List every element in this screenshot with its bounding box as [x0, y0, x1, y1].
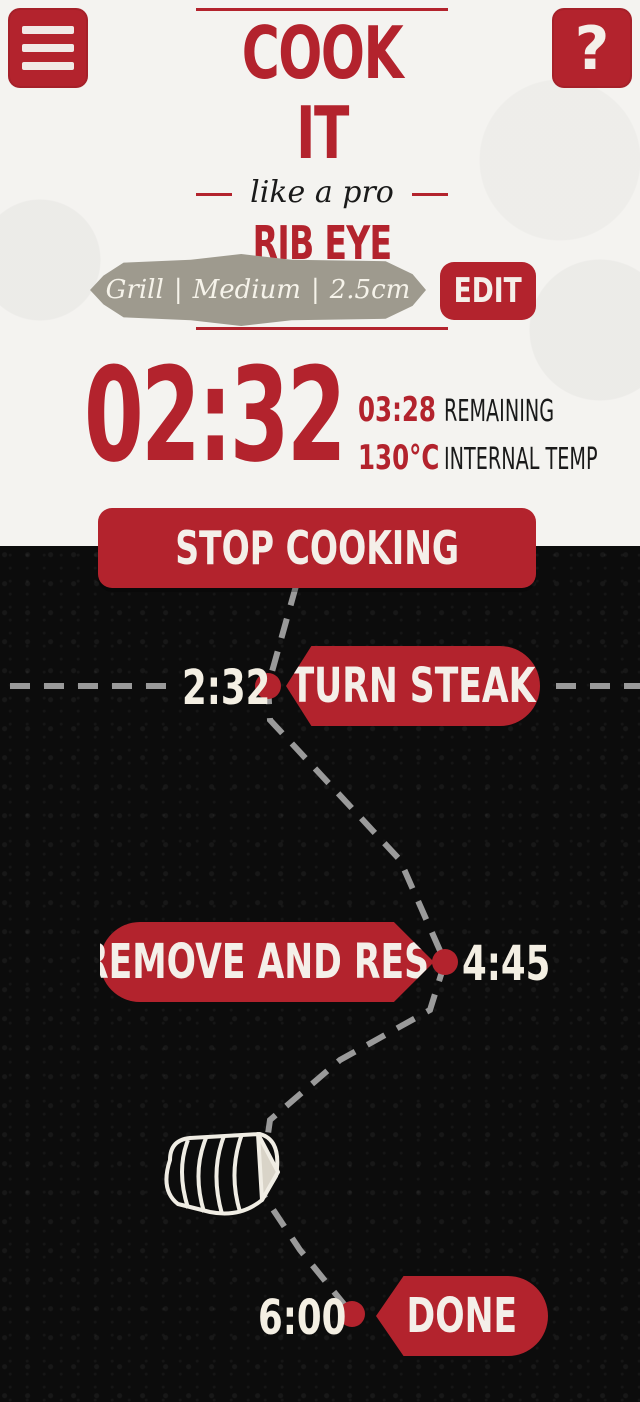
step-turn-steak[interactable]: TURN STEAK [286, 646, 540, 726]
step-time: 2:32 [182, 660, 271, 716]
timeline-segment [256, 961, 448, 1316]
step-label: REMOVE AND REST [81, 934, 453, 990]
step-remove-and-rest[interactable]: REMOVE AND REST [100, 922, 434, 1002]
stop-cooking-button[interactable]: STOP COOKING [98, 508, 536, 588]
step-done[interactable]: DONE [376, 1276, 548, 1356]
step-time: 4:45 [462, 936, 551, 992]
step-label: TURN STEAK [290, 658, 536, 714]
step-label: DONE [406, 1288, 518, 1344]
timeline-node [432, 949, 458, 975]
stop-cooking-label: STOP COOKING [175, 521, 459, 575]
step-time: 6:00 [258, 1290, 347, 1346]
sliced-steak-icon [164, 1132, 280, 1216]
timeline-segment [264, 585, 448, 964]
